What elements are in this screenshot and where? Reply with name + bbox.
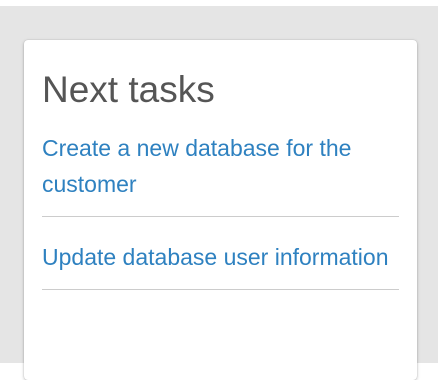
task-list: Create a new database for the customer U… [42,130,399,290]
task-item: Create a new database for the customer [42,130,399,217]
update-user-info-link[interactable]: Update database user information [42,239,402,275]
card-title: Next tasks [42,69,215,110]
next-tasks-card: Next tasks Create a new database for the… [24,40,417,380]
create-database-link[interactable]: Create a new database for the customer [42,130,402,202]
task-item: Update database user information [42,239,399,290]
